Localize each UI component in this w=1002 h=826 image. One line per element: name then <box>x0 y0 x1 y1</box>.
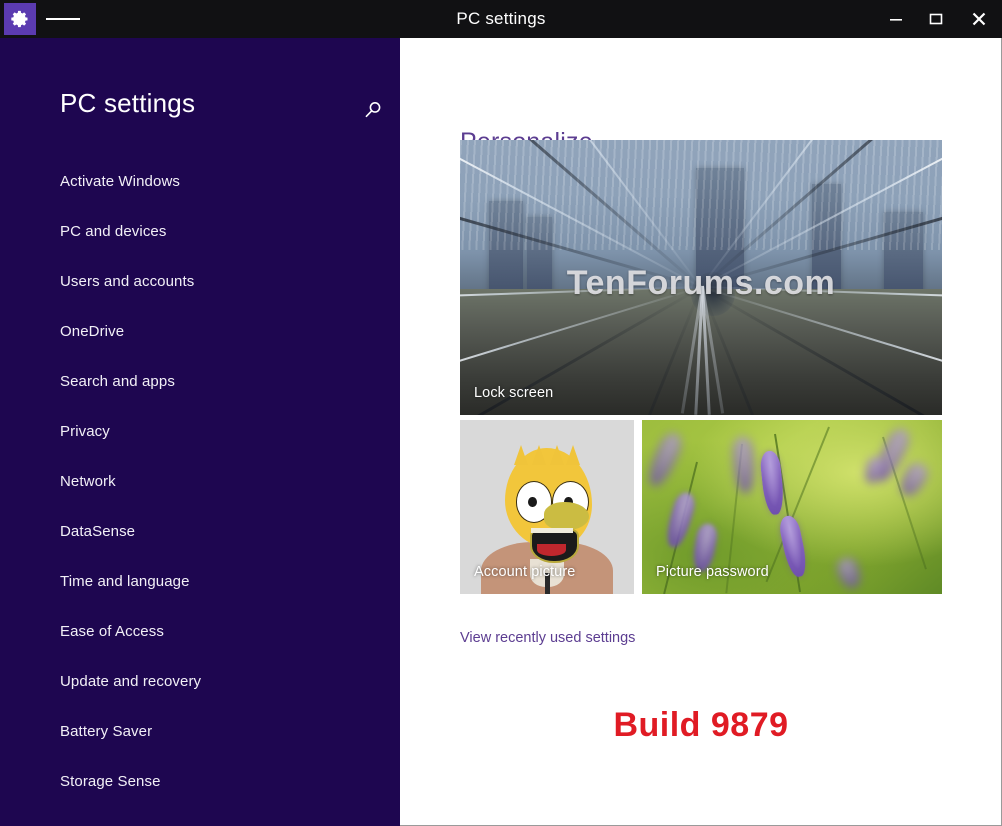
lavender-flower <box>759 450 786 517</box>
hair-spike <box>549 445 564 466</box>
lock-ray <box>700 145 942 288</box>
main-content: Personalize <box>400 38 1002 826</box>
minimize-button[interactable] <box>876 0 916 38</box>
sidebar-item-label: Users and accounts <box>60 272 195 290</box>
hair-spike <box>566 445 581 466</box>
sidebar-nav-list: Activate Windows PC and devices Users an… <box>0 156 400 806</box>
gear-icon <box>11 10 28 28</box>
cartoon-hair <box>512 437 582 466</box>
view-recently-used-settings-link[interactable]: View recently used settings <box>460 630 635 646</box>
sidebar-item-label: DataSense <box>60 522 136 540</box>
lock-ray <box>460 145 702 288</box>
tile-lock-screen[interactable]: TenForums.com Lock screen <box>460 140 942 415</box>
title-bar: PC settings <box>0 0 1002 38</box>
hamburger-line-middle <box>57 18 69 20</box>
sidebar-item-search-and-apps[interactable]: Search and apps <box>0 356 400 406</box>
sidebar-item-label: Ease of Access <box>60 622 164 640</box>
minimize-icon <box>890 19 902 21</box>
sidebar-item-label: Network <box>60 472 116 490</box>
tile-account-picture[interactable]: Account picture <box>460 420 634 594</box>
lock-ray <box>460 285 702 376</box>
cartoon-teeth <box>531 527 574 534</box>
sidebar-item-network[interactable]: Network <box>0 456 400 506</box>
app-gear-icon[interactable] <box>4 3 36 35</box>
tile-label-account-picture: Account picture <box>474 564 576 580</box>
sidebar-item-privacy[interactable]: Privacy <box>0 406 400 456</box>
hair-spike <box>531 445 546 466</box>
sidebar-item-label: Update and recovery <box>60 672 202 690</box>
sidebar-item-pc-and-devices[interactable]: PC and devices <box>0 206 400 256</box>
sidebar-item-update-and-recovery[interactable]: Update and recovery <box>0 656 400 706</box>
lavender-flower <box>834 555 864 591</box>
tile-label-lock-screen: Lock screen <box>474 385 554 401</box>
cartoon-tongue <box>536 543 567 556</box>
sidebar-header: PC settings <box>0 38 400 138</box>
hamburger-line-top <box>46 18 58 20</box>
lock-screen-image <box>460 140 942 415</box>
lock-ray <box>700 140 928 289</box>
sidebar-item-label: Privacy <box>60 422 110 440</box>
sidebar-item-storage-sense[interactable]: Storage Sense <box>0 756 400 806</box>
lavender-flower <box>662 490 698 550</box>
tile-picture-password[interactable]: Picture password <box>642 420 942 594</box>
sidebar: PC settings Activate Windows PC and devi… <box>0 38 400 826</box>
window-controls <box>876 0 1002 38</box>
cartoon-pupil-left <box>527 496 537 507</box>
sidebar-item-label: Battery Saver <box>60 722 153 740</box>
sidebar-item-activate-windows[interactable]: Activate Windows <box>0 156 400 206</box>
hamburger-menu-icon[interactable] <box>46 3 80 35</box>
tile-label-picture-password: Picture password <box>656 564 769 580</box>
build-annotation: Build 9879 <box>613 706 789 744</box>
cartoon-nose <box>543 501 589 530</box>
close-button[interactable] <box>956 0 1002 38</box>
hair-spike <box>513 445 528 466</box>
lavender-flower <box>644 429 686 490</box>
close-icon <box>972 12 986 26</box>
lock-ray <box>699 286 815 415</box>
sidebar-item-ease-of-access[interactable]: Ease of Access <box>0 606 400 656</box>
sidebar-title: PC settings <box>60 88 196 118</box>
sidebar-item-label: Storage Sense <box>60 772 161 790</box>
lock-ray <box>460 203 702 289</box>
lock-motion-rays <box>460 140 942 415</box>
sidebar-item-datasense[interactable]: DataSense <box>0 506 400 556</box>
lavender-flower <box>777 513 810 579</box>
sidebar-item-label: Activate Windows <box>60 172 180 190</box>
sidebar-item-label: PC and devices <box>60 222 167 240</box>
sidebar-item-label: OneDrive <box>60 322 125 340</box>
lock-ray <box>700 203 942 289</box>
lock-ray <box>700 285 942 376</box>
sidebar-item-onedrive[interactable]: OneDrive <box>0 306 400 356</box>
sidebar-item-label: Search and apps <box>60 372 175 390</box>
sidebar-search-button[interactable] <box>358 95 388 125</box>
hamburger-line-bottom <box>68 18 80 20</box>
sidebar-item-users-and-accounts[interactable]: Users and accounts <box>0 256 400 306</box>
sidebar-item-time-and-language[interactable]: Time and language <box>0 556 400 606</box>
sidebar-item-battery-saver[interactable]: Battery Saver <box>0 706 400 756</box>
search-icon <box>365 102 381 118</box>
window-title: PC settings <box>456 9 546 28</box>
sidebar-item-label: Time and language <box>60 572 190 590</box>
maximize-button[interactable] <box>916 0 956 38</box>
lock-ray <box>474 140 702 289</box>
maximize-icon <box>929 13 943 25</box>
